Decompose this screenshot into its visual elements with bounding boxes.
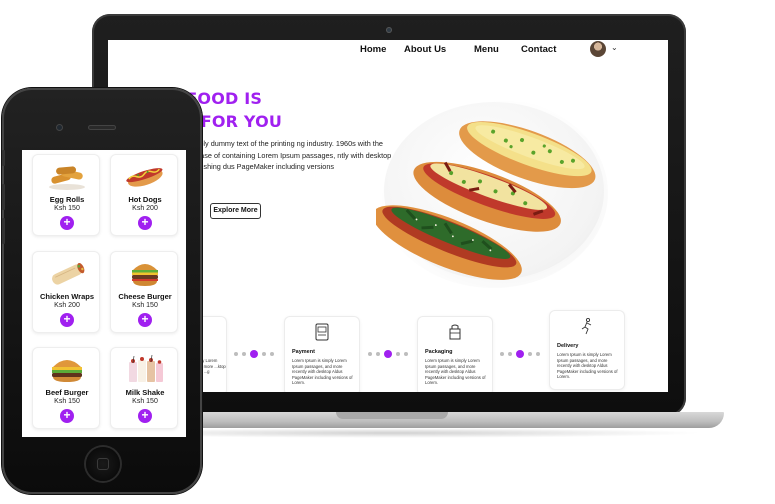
nav-home[interactable]: Home bbox=[360, 44, 386, 55]
menu-item-price: Ksh 200 bbox=[132, 205, 158, 212]
feature-text: Lorem Ipsum is simply Lorem Ipsum passag… bbox=[425, 358, 486, 386]
website-nav: Home About Us Menu Contact ⌄ bbox=[108, 40, 668, 62]
cheese-burger-image bbox=[132, 264, 158, 286]
carousel-dot-active[interactable] bbox=[516, 350, 524, 358]
menu-item-name: Beef Burger bbox=[45, 388, 89, 397]
carousel-dot[interactable] bbox=[508, 352, 512, 356]
add-to-cart-button[interactable]: + bbox=[138, 409, 152, 423]
add-to-cart-button[interactable]: + bbox=[60, 216, 74, 230]
menu-card-milk-shake[interactable]: Milk Shake Ksh 150 + bbox=[110, 347, 178, 429]
nav-contact[interactable]: Contact bbox=[521, 44, 556, 55]
feature-title: Packaging bbox=[425, 349, 453, 355]
menu-item-price: Ksh 150 bbox=[54, 205, 80, 212]
add-to-cart-button[interactable]: + bbox=[138, 313, 152, 327]
carousel-dot-active[interactable] bbox=[384, 350, 392, 358]
menu-item-name: Hot Dogs bbox=[128, 195, 162, 204]
chicken-wrap-image bbox=[52, 262, 85, 285]
menu-item-price: Ksh 150 bbox=[54, 398, 80, 405]
hot-dogs-image bbox=[376, 121, 596, 280]
beef-burger-image bbox=[52, 360, 82, 382]
explore-more-button[interactable]: Explore More bbox=[210, 203, 261, 219]
hot-dog-image bbox=[126, 168, 163, 187]
carousel-dot[interactable] bbox=[262, 352, 266, 356]
carousel-dot[interactable] bbox=[368, 352, 372, 356]
home-square-icon bbox=[97, 458, 109, 470]
carousel-dot[interactable] bbox=[528, 352, 532, 356]
nav-menu[interactable]: Menu bbox=[474, 44, 499, 55]
carousel-dots bbox=[366, 350, 410, 358]
phone-mute-switch bbox=[2, 150, 5, 166]
milk-shake-image bbox=[129, 354, 163, 382]
carousel-dot[interactable] bbox=[396, 352, 400, 356]
add-to-cart-button[interactable]: + bbox=[60, 409, 74, 423]
user-avatar[interactable] bbox=[590, 41, 606, 57]
phone-volume-down bbox=[2, 218, 5, 244]
chevron-down-icon[interactable]: ⌄ bbox=[611, 43, 618, 52]
menu-card-hot-dogs[interactable]: Hot Dogs Ksh 200 + bbox=[110, 154, 178, 236]
add-to-cart-button[interactable]: + bbox=[60, 313, 74, 327]
hero-description: simply dummy text of the printing ng ind… bbox=[188, 139, 392, 171]
feature-title: Delivery bbox=[557, 343, 579, 349]
menu-item-name: Milk Shake bbox=[125, 388, 165, 397]
feature-title: Payment bbox=[292, 349, 315, 355]
menu-card-cheese-burger[interactable]: Cheese Burger Ksh 150 + bbox=[110, 251, 178, 333]
phone-speaker bbox=[88, 125, 116, 130]
menu-item-name: Chicken Wraps bbox=[39, 292, 95, 301]
feature-text: Lorem Ipsum is simply Lorem Ipsum passag… bbox=[292, 358, 353, 386]
carousel-dot[interactable] bbox=[234, 352, 238, 356]
delivery-icon bbox=[581, 317, 592, 335]
egg-rolls-image bbox=[49, 166, 85, 190]
menu-card-beef-burger[interactable]: Beef Burger Ksh 150 + bbox=[32, 347, 100, 429]
payment-icon bbox=[315, 323, 329, 341]
menu-item-price: Ksh 150 bbox=[132, 302, 158, 309]
carousel-dots bbox=[232, 350, 276, 358]
carousel-dot-active[interactable] bbox=[250, 350, 258, 358]
carousel-dot[interactable] bbox=[270, 352, 274, 356]
menu-item-name: Cheese Burger bbox=[118, 292, 172, 301]
feature-card-packaging: Packaging Lorem Ipsum is simply Lorem Ip… bbox=[417, 316, 493, 392]
menu-item-price: Ksh 150 bbox=[132, 398, 158, 405]
laptop-camera-icon bbox=[386, 27, 392, 33]
menu-card-egg-rolls[interactable]: Egg Rolls Ksh 150 + bbox=[32, 154, 100, 236]
phone-screen: Egg Rolls Ksh 150 + Hot Dogs Ksh 200 + C… bbox=[22, 150, 186, 437]
package-icon bbox=[449, 324, 461, 340]
phone-camera-icon bbox=[56, 124, 63, 131]
carousel-dot[interactable] bbox=[376, 352, 380, 356]
menu-card-chicken-wraps[interactable]: Chicken Wraps Ksh 200 + bbox=[32, 251, 100, 333]
feature-card-payment: Payment Lorem Ipsum is simply Lorem Ipsu… bbox=[284, 316, 360, 392]
laptop-notch bbox=[336, 412, 448, 419]
menu-item-name: Egg Rolls bbox=[49, 195, 85, 204]
feature-text: Lorem Ipsum is simply Lorem Ipsum passag… bbox=[557, 352, 618, 380]
carousel-dot[interactable] bbox=[500, 352, 504, 356]
carousel-dot[interactable] bbox=[404, 352, 408, 356]
add-to-cart-button[interactable]: + bbox=[138, 216, 152, 230]
menu-item-price: Ksh 200 bbox=[54, 302, 80, 309]
carousel-dots bbox=[498, 350, 542, 358]
nav-about-us[interactable]: About Us bbox=[404, 44, 446, 55]
feature-card-delivery: Delivery Lorem Ipsum is simply Lorem Ips… bbox=[549, 310, 625, 390]
carousel-dot[interactable] bbox=[242, 352, 246, 356]
carousel-dot[interactable] bbox=[536, 352, 540, 356]
phone-volume-up bbox=[2, 184, 5, 210]
